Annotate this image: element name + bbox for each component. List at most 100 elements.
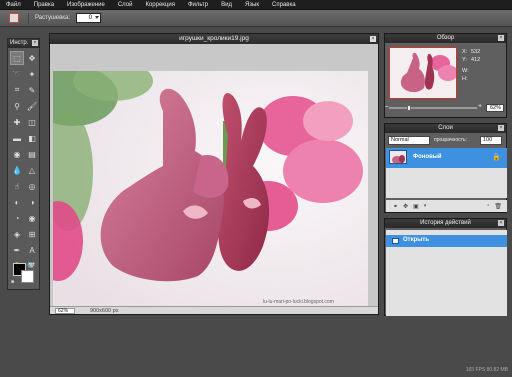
- image-dimensions: 900x600 px: [90, 308, 119, 314]
- x-label: X:: [462, 49, 468, 55]
- history-item[interactable]: Открыть: [386, 235, 507, 247]
- navigator-title: Обзор: [436, 35, 455, 41]
- blur-icon[interactable]: 💧: [10, 163, 24, 177]
- menu-item[interactable]: Фильтр: [188, 0, 208, 10]
- menu-item[interactable]: Слой: [118, 0, 133, 10]
- pencil-icon[interactable]: ✎: [25, 83, 39, 97]
- layer-name: Фоновый: [413, 154, 442, 160]
- layer-controls: Normal прозрачность: 100: [387, 136, 506, 145]
- close-icon[interactable]: ×: [32, 40, 38, 46]
- eyedropper-icon[interactable]: ✒: [10, 243, 24, 257]
- menu-item[interactable]: Коррекция: [145, 0, 175, 10]
- navigator-zoom-input[interactable]: 62%: [486, 104, 504, 112]
- rectangle-icon[interactable]: ▬: [10, 131, 24, 145]
- delete-layer-icon[interactable]: 🗑: [494, 203, 502, 210]
- brush-icon[interactable]: 🖌: [25, 99, 39, 113]
- document-status-bar: 62% 900x600 px: [50, 306, 378, 314]
- menu-item[interactable]: Справка: [272, 0, 296, 10]
- zoom-field[interactable]: 62%: [55, 308, 75, 314]
- heal-icon[interactable]: ✚: [10, 115, 24, 129]
- close-icon[interactable]: ×: [498, 35, 504, 41]
- layer-row[interactable]: Фоновый 🔒: [386, 148, 507, 168]
- link-layers-icon[interactable]: ⚭: [393, 203, 398, 210]
- y-label: Y:: [462, 57, 467, 63]
- menu-item[interactable]: Правка: [34, 0, 54, 10]
- marquee-tool-icon[interactable]: [9, 13, 19, 23]
- eye-icon[interactable]: ◔: [10, 211, 24, 225]
- navigator-panel: Обзор × X: 532 Y: 412 W: H: – + 62%: [384, 33, 507, 118]
- fps-indicator: 165 FPS 80.82 MB: [465, 367, 508, 373]
- zoom-in-button[interactable]: +: [478, 103, 482, 110]
- close-icon[interactable]: ×: [370, 36, 376, 42]
- x-value: 532: [471, 49, 481, 55]
- eraser-icon[interactable]: ◫: [25, 115, 39, 129]
- w-label: W:: [462, 68, 469, 74]
- menu-item[interactable]: Язык: [245, 0, 259, 10]
- coordinates: X: 532 Y: 412 W: H:: [462, 48, 480, 83]
- close-icon[interactable]: ×: [498, 125, 504, 131]
- tool-grid: ⬚✥➰✦⌗✎⚲🖌✚◫▬◧◉▤💧△☝◎◐◑◔◉◈⊞✒A✋🔍: [8, 48, 39, 276]
- zoom-slider-knob[interactable]: [407, 105, 412, 111]
- h-label: H:: [462, 76, 468, 82]
- bucket-icon[interactable]: ◉: [10, 147, 24, 161]
- dodge-icon[interactable]: ◐: [10, 195, 24, 209]
- marquee-icon[interactable]: ⬚: [10, 51, 24, 65]
- history-panel: История действий × Открыть: [384, 218, 507, 316]
- color-swatches: ⇄ ■: [11, 261, 37, 287]
- menu-item[interactable]: Вид: [221, 0, 232, 10]
- background-color[interactable]: [21, 270, 34, 283]
- y-value: 412: [471, 57, 481, 63]
- layer-thumbnail: [389, 150, 407, 164]
- photo-image: lu-lu-mari-po-lucki.blogspot.com: [53, 71, 368, 308]
- lasso-icon[interactable]: ➰: [10, 67, 24, 81]
- options-bar: Растушевка: 0: [0, 10, 512, 27]
- navigator-header: Обзор ×: [385, 34, 506, 43]
- adjustment-icon[interactable]: ◐: [424, 203, 428, 209]
- photo-watermark: lu-lu-mari-po-lucki.blogspot.com: [263, 299, 334, 305]
- close-icon[interactable]: ×: [498, 220, 504, 226]
- image-canvas[interactable]: lu-lu-mari-po-lucki.blogspot.com: [53, 71, 368, 308]
- gradient-icon[interactable]: ▤: [25, 147, 39, 161]
- zoom-unit: %: [63, 308, 69, 314]
- thumbnail-image: [390, 48, 456, 98]
- redeye-icon[interactable]: ◉: [25, 211, 39, 225]
- sharpen-icon[interactable]: △: [25, 163, 39, 177]
- new-layer-icon[interactable]: ▫: [487, 203, 489, 209]
- crop-icon[interactable]: ⌗: [10, 83, 24, 97]
- tools-panel-title: Инстр.: [10, 40, 29, 46]
- resize-icon[interactable]: ⊞: [25, 227, 39, 241]
- document-title-bar: игрушки_кролики19.jpg ×: [50, 34, 378, 44]
- history-title: История действий: [420, 220, 471, 226]
- menu-item[interactable]: Файл: [6, 0, 21, 10]
- opacity-label: прозрачность:: [434, 137, 467, 143]
- menu-bar: Файл Правка Изображение Слой Коррекция Фильтр…: [0, 0, 512, 10]
- document-title: игрушки_кролики19.jpg: [179, 35, 249, 42]
- tools-panel-header: Инстр. ×: [8, 39, 39, 48]
- burn-icon[interactable]: ◑: [25, 195, 39, 209]
- history-item-label: Открыть: [403, 237, 430, 243]
- transform-icon[interactable]: ◈: [10, 227, 24, 241]
- wand-icon[interactable]: ✦: [25, 67, 39, 81]
- blend-mode-select[interactable]: Normal: [388, 136, 430, 145]
- reset-colors-icon[interactable]: ■: [11, 279, 14, 285]
- stamp-icon[interactable]: ⚲: [10, 99, 24, 113]
- swap-colors-icon[interactable]: ⇄: [30, 261, 35, 268]
- opacity-select[interactable]: 100: [480, 136, 502, 145]
- navigator-thumbnail[interactable]: [389, 47, 457, 99]
- navigator-zoom-unit: %: [496, 105, 501, 111]
- move-icon[interactable]: ✥: [25, 51, 39, 65]
- zoom-slider-track[interactable]: [389, 107, 477, 109]
- chevron-down-icon[interactable]: [95, 16, 99, 19]
- document-window: игрушки_кролики19.jpg × lu-lu-mari-po-lu…: [49, 33, 379, 315]
- sponge-icon[interactable]: ◎: [25, 179, 39, 193]
- eraser2-icon[interactable]: ◧: [25, 131, 39, 145]
- lock-icon: 🔒: [492, 154, 501, 161]
- layers-header: Слои ×: [385, 124, 506, 133]
- menu-item[interactable]: Изображение: [67, 0, 105, 10]
- text-icon[interactable]: A: [25, 243, 39, 257]
- mask-icon[interactable]: ▣: [413, 203, 419, 210]
- tools-panel: Инстр. × ⬚✥➰✦⌗✎⚲🖌✚◫▬◧◉▤💧△☝◎◐◑◔◉◈⊞✒A✋🔍 ⇄ …: [7, 38, 40, 290]
- smudge-icon[interactable]: ☝: [10, 179, 24, 193]
- separator: [28, 13, 29, 24]
- layer-style-icon[interactable]: ✥: [403, 203, 408, 210]
